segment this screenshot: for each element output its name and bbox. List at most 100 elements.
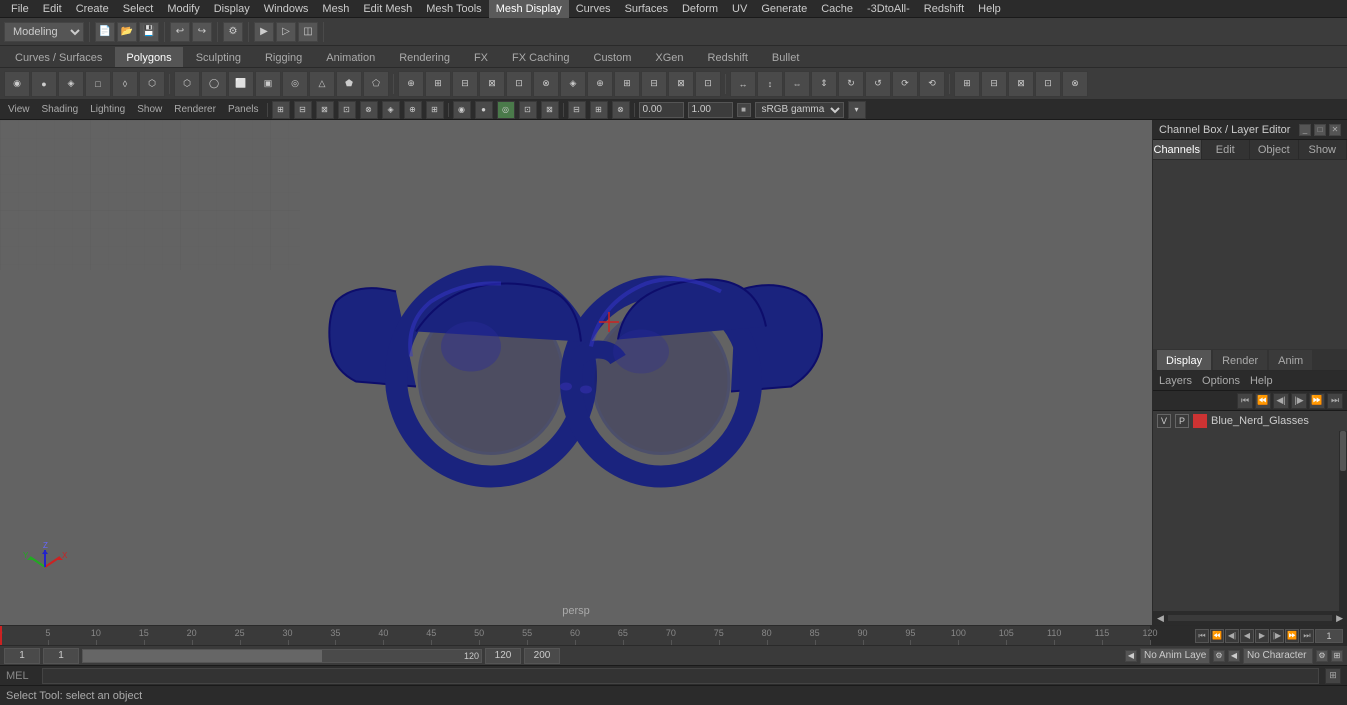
anim-layer-settings-btn[interactable]: ⚙ bbox=[1213, 650, 1225, 662]
tab-sculpting[interactable]: Sculpting bbox=[185, 47, 252, 67]
tool12-icon[interactable]: ⊡ bbox=[695, 71, 721, 97]
anim-range-slider[interactable]: 120 bbox=[82, 649, 482, 663]
misc1-icon[interactable]: ⬠ bbox=[363, 71, 389, 97]
anim-layer-input[interactable] bbox=[1140, 648, 1210, 664]
start-frame-input[interactable] bbox=[4, 648, 40, 664]
menu-create[interactable]: Create bbox=[69, 0, 116, 18]
tool11-icon[interactable]: ⊠ bbox=[668, 71, 694, 97]
snap4-icon[interactable]: ⊡ bbox=[1035, 71, 1061, 97]
viewport[interactable]: X Y Z persp bbox=[0, 120, 1152, 625]
layer-prev-btn[interactable]: ⏪ bbox=[1255, 393, 1271, 409]
snap1-icon[interactable]: ⊞ bbox=[954, 71, 980, 97]
sym2-icon[interactable]: ↕ bbox=[757, 71, 783, 97]
open-icon[interactable]: 📂 bbox=[117, 22, 137, 42]
menu-modify[interactable]: Modify bbox=[160, 0, 206, 18]
mel-input[interactable] bbox=[42, 668, 1319, 684]
trans-end-btn[interactable]: ⏭ bbox=[1300, 629, 1314, 643]
layers-menu-options[interactable]: Options bbox=[1202, 375, 1240, 387]
menu-mesh-display[interactable]: Mesh Display bbox=[489, 0, 569, 18]
tab-animation[interactable]: Animation bbox=[315, 47, 386, 67]
render-settings-icon[interactable]: ◫ bbox=[298, 22, 318, 42]
cb-tab-object[interactable]: Object bbox=[1250, 140, 1299, 159]
vc-icon9[interactable]: ◉ bbox=[453, 101, 471, 119]
cb-scroll-right-btn[interactable]: ▶ bbox=[1336, 613, 1343, 624]
mode-dropdown[interactable]: Modeling bbox=[4, 22, 84, 42]
char-set-input[interactable] bbox=[1243, 648, 1313, 664]
trans-prev-btn[interactable]: ◀| bbox=[1225, 629, 1239, 643]
sym1-icon[interactable]: ↔ bbox=[730, 71, 756, 97]
total-end-input[interactable] bbox=[524, 648, 560, 664]
tab-polygons[interactable]: Polygons bbox=[115, 47, 182, 67]
cb-float-btn[interactable]: □ bbox=[1314, 124, 1326, 136]
menu-generate[interactable]: Generate bbox=[754, 0, 814, 18]
snap2-icon[interactable]: ⊟ bbox=[981, 71, 1007, 97]
cb-hscrollbar[interactable] bbox=[1168, 615, 1332, 621]
layer-next-next-btn[interactable]: ⏭ bbox=[1327, 393, 1343, 409]
vc-icon5[interactable]: ⊗ bbox=[360, 101, 378, 119]
menu-file[interactable]: File bbox=[4, 0, 36, 18]
cb-scrollbar[interactable] bbox=[1339, 431, 1347, 611]
cb-minimize-btn[interactable]: _ bbox=[1299, 124, 1311, 136]
vc-icon1[interactable]: ⊞ bbox=[272, 101, 290, 119]
vertex-select-icon[interactable]: ● bbox=[31, 71, 57, 97]
vc-icon16[interactable]: ⊗ bbox=[612, 101, 630, 119]
tool3-icon[interactable]: ⊟ bbox=[452, 71, 478, 97]
menu-curves[interactable]: Curves bbox=[569, 0, 618, 18]
cone-icon[interactable]: △ bbox=[309, 71, 335, 97]
vc-icon11[interactable]: ◎ bbox=[497, 101, 515, 119]
tool5-icon[interactable]: ⊡ bbox=[506, 71, 532, 97]
trans-step-fwd-btn[interactable]: ⏩ bbox=[1285, 629, 1299, 643]
uv-select-icon[interactable]: ◊ bbox=[112, 71, 138, 97]
menu-uv[interactable]: UV bbox=[725, 0, 754, 18]
extra-btn[interactable]: ⊞ bbox=[1331, 650, 1343, 662]
render-icon[interactable]: ▶ bbox=[254, 22, 274, 42]
vc-panels[interactable]: Panels bbox=[224, 104, 263, 115]
value-field[interactable] bbox=[639, 102, 684, 118]
tab-redshift[interactable]: Redshift bbox=[697, 47, 759, 67]
menu-display[interactable]: Display bbox=[207, 0, 257, 18]
trans-step-back-btn[interactable]: ⏪ bbox=[1210, 629, 1224, 643]
new-scene-icon[interactable]: 📄 bbox=[95, 22, 115, 42]
tab-rigging[interactable]: Rigging bbox=[254, 47, 313, 67]
undo-icon[interactable]: ↩ bbox=[170, 22, 190, 42]
cb-tab-edit[interactable]: Edit bbox=[1202, 140, 1251, 159]
vc-icon3[interactable]: ⊠ bbox=[316, 101, 334, 119]
cb-scrollbar-thumb[interactable] bbox=[1340, 431, 1346, 471]
tool10-icon[interactable]: ⊟ bbox=[641, 71, 667, 97]
menu-mesh-tools[interactable]: Mesh Tools bbox=[419, 0, 488, 18]
trans-start-btn[interactable]: ⏮ bbox=[1195, 629, 1209, 643]
cb-scroll-left-btn[interactable]: ◀ bbox=[1157, 613, 1164, 624]
vc-icon4[interactable]: ⊡ bbox=[338, 101, 356, 119]
vc-lighting[interactable]: Lighting bbox=[86, 104, 129, 115]
anim-layer-prev-btn[interactable]: ◀ bbox=[1125, 650, 1137, 662]
anim-end-input[interactable] bbox=[485, 648, 521, 664]
sym4-icon[interactable]: ⇕ bbox=[811, 71, 837, 97]
tab-xgen[interactable]: XGen bbox=[644, 47, 694, 67]
sym8-icon[interactable]: ⟲ bbox=[919, 71, 945, 97]
current-frame-input[interactable] bbox=[1315, 629, 1343, 643]
dra-tab-display[interactable]: Display bbox=[1157, 350, 1211, 370]
cylinder-icon[interactable]: ⬜ bbox=[228, 71, 254, 97]
vc-icon14[interactable]: ⊟ bbox=[568, 101, 586, 119]
menu-3dto-all[interactable]: -3DtoAll- bbox=[860, 0, 917, 18]
menu-mesh[interactable]: Mesh bbox=[315, 0, 356, 18]
face-select-icon[interactable]: □ bbox=[85, 71, 111, 97]
menu-deform[interactable]: Deform bbox=[675, 0, 725, 18]
tool2-icon[interactable]: ⊞ bbox=[425, 71, 451, 97]
ipr-icon[interactable]: ▷ bbox=[276, 22, 296, 42]
menu-surfaces[interactable]: Surfaces bbox=[618, 0, 675, 18]
tab-rendering[interactable]: Rendering bbox=[388, 47, 461, 67]
menu-help[interactable]: Help bbox=[971, 0, 1008, 18]
trans-play-fwd-btn[interactable]: ▶ bbox=[1255, 629, 1269, 643]
disk-icon[interactable]: ⬟ bbox=[336, 71, 362, 97]
tab-fx-caching[interactable]: FX Caching bbox=[501, 47, 580, 67]
cb-tab-channels[interactable]: Channels bbox=[1153, 140, 1202, 159]
tab-bullet[interactable]: Bullet bbox=[761, 47, 811, 67]
layer-step-fwd-btn[interactable]: |▶ bbox=[1291, 393, 1307, 409]
menu-edit-mesh[interactable]: Edit Mesh bbox=[356, 0, 419, 18]
timeline-ruler[interactable]: 0510152025303540455055606570758085909510… bbox=[0, 626, 1150, 646]
settings-icon[interactable]: ⚙ bbox=[223, 22, 243, 42]
dra-tab-render[interactable]: Render bbox=[1213, 350, 1267, 370]
tool9-icon[interactable]: ⊞ bbox=[614, 71, 640, 97]
vc-icon12[interactable]: ⊡ bbox=[519, 101, 537, 119]
